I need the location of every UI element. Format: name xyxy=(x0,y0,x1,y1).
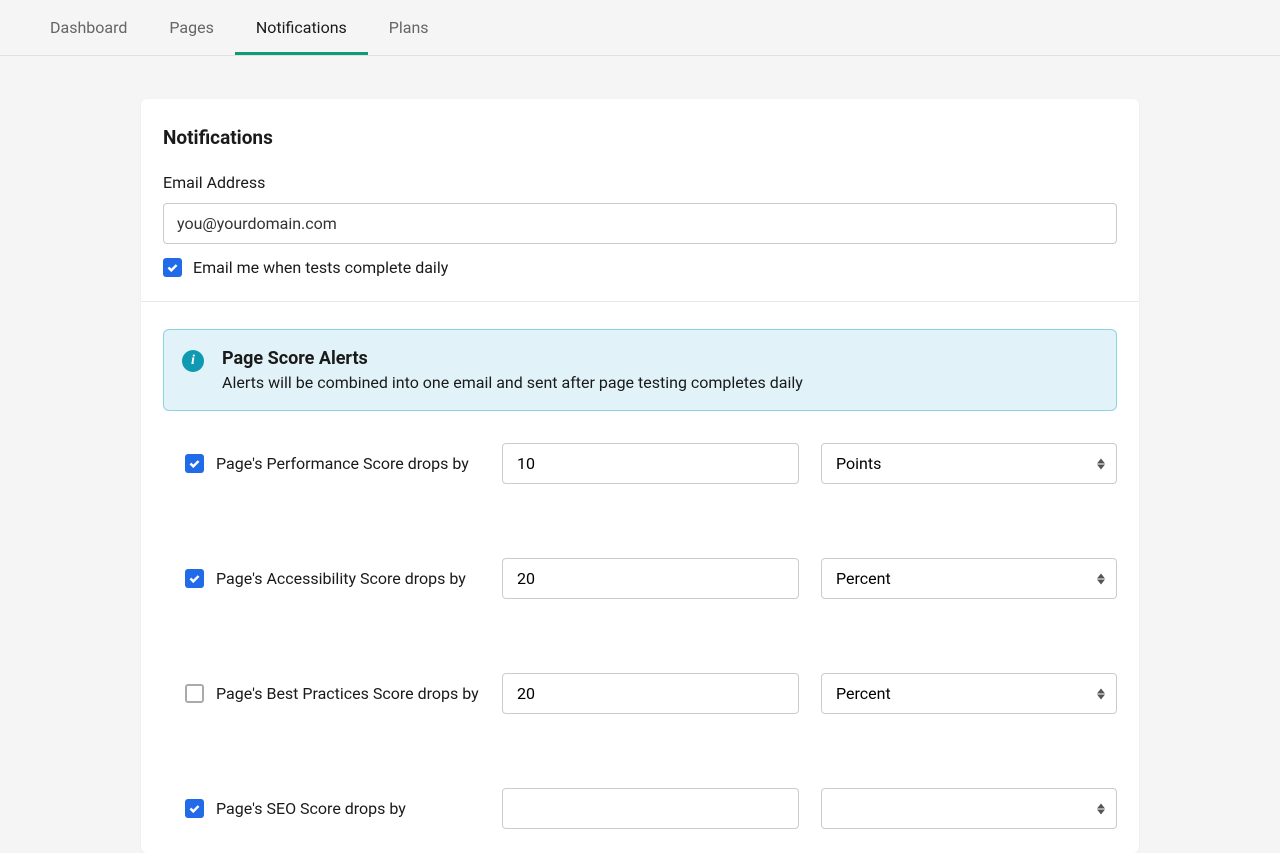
alerts-section: i Page Score Alerts Alerts will be combi… xyxy=(141,302,1139,853)
alert-label: Page's Best Practices Score drops by xyxy=(216,684,479,703)
tab-dashboard[interactable]: Dashboard xyxy=(29,0,148,55)
alert-label: Page's Accessibility Score drops by xyxy=(216,569,466,588)
tab-notifications[interactable]: Notifications xyxy=(235,0,368,55)
alert-unit-select-best-practices[interactable]: Percent xyxy=(821,673,1117,714)
email-daily-checkbox[interactable] xyxy=(163,258,182,277)
tab-pages[interactable]: Pages xyxy=(148,0,234,55)
alert-row-accessibility: Page's Accessibility Score drops by Perc… xyxy=(185,558,1117,599)
alert-row-performance: Page's Performance Score drops by Points xyxy=(185,443,1117,484)
info-desc: Alerts will be combined into one email a… xyxy=(222,373,803,392)
tab-plans[interactable]: Plans xyxy=(368,0,450,55)
main-card: Notifications Email Address Email me whe… xyxy=(141,99,1139,853)
alert-checkbox-best-practices[interactable] xyxy=(185,684,204,703)
email-section: Notifications Email Address Email me whe… xyxy=(141,99,1139,302)
alert-unit-select-performance[interactable]: Points xyxy=(821,443,1117,484)
alert-label: Page's Performance Score drops by xyxy=(216,454,469,473)
alert-value-input-performance[interactable] xyxy=(502,443,799,484)
alert-unit-select-accessibility[interactable]: Percent xyxy=(821,558,1117,599)
top-tabs: Dashboard Pages Notifications Plans xyxy=(0,0,1280,56)
email-label: Email Address xyxy=(163,173,1117,192)
alert-label: Page's SEO Score drops by xyxy=(216,799,406,818)
email-input[interactable] xyxy=(163,203,1117,244)
alert-checkbox-accessibility[interactable] xyxy=(185,569,204,588)
alert-row-best-practices: Page's Best Practices Score drops by Per… xyxy=(185,673,1117,714)
alert-value-input-best-practices[interactable] xyxy=(502,673,799,714)
alert-checkbox-performance[interactable] xyxy=(185,454,204,473)
alerts-list: Page's Performance Score drops by Points xyxy=(163,443,1117,829)
info-icon: i xyxy=(182,350,204,372)
info-title: Page Score Alerts xyxy=(222,348,803,369)
alert-row-seo: Page's SEO Score drops by xyxy=(185,788,1117,829)
alert-checkbox-seo[interactable] xyxy=(185,799,204,818)
alert-unit-select-seo[interactable] xyxy=(821,788,1117,829)
page-title: Notifications xyxy=(163,126,1117,149)
info-box: i Page Score Alerts Alerts will be combi… xyxy=(163,329,1117,411)
alert-value-input-accessibility[interactable] xyxy=(502,558,799,599)
alert-value-input-seo[interactable] xyxy=(502,788,799,829)
email-checkbox-label: Email me when tests complete daily xyxy=(193,258,448,277)
email-checkbox-row: Email me when tests complete daily xyxy=(163,258,1117,277)
